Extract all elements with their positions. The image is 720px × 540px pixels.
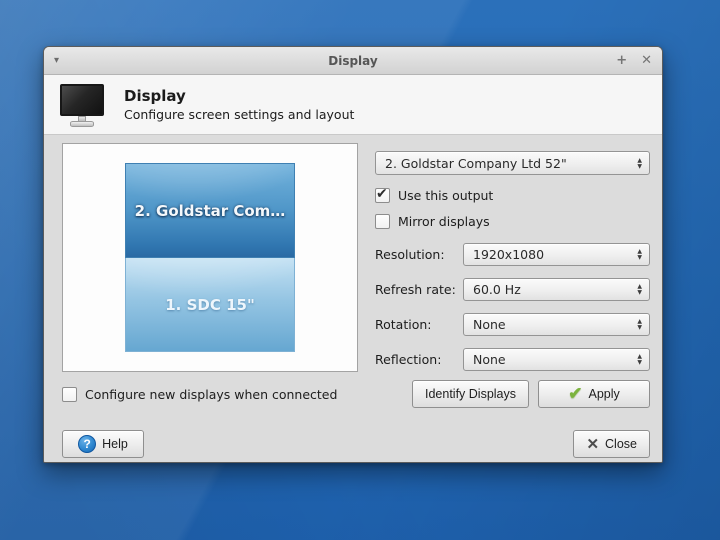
dialog-header: Display Configure screen settings and la… [44,75,662,135]
checkmark-icon: ✔ [376,186,388,202]
output-select-value: 2. Goldstar Company Ltd 52" [385,155,567,171]
actions-row: ✔ Configure new displays when connected … [62,380,650,408]
apply-label: Apply [588,387,620,401]
spinner-down-icon: ▼ [637,359,642,366]
identify-displays-button[interactable]: Identify Displays [411,380,529,408]
configure-new-row: ✔ Configure new displays when connected [62,386,338,402]
spinner-down-icon: ▼ [637,254,642,261]
desktop-wallpaper: ▾ Display + ✕ Display Configure screen s… [0,0,720,540]
window-title: Display [328,53,378,68]
resolution-select[interactable]: 1920x1080 ▲ ▼ [463,243,650,266]
reflection-select[interactable]: None ▲ ▼ [463,348,650,371]
monitor-preview-sdc[interactable]: 1. SDC 15" [125,258,295,352]
reflection-label: Reflection: [375,352,442,367]
close-button[interactable]: ✕ Close [573,430,650,458]
configure-new-label: Configure new displays when connected [85,386,338,402]
spinner-down-icon: ▼ [637,324,642,331]
mirror-displays-checkbox[interactable]: ✔ [375,214,390,229]
monitor-label: 2. Goldstar Com… [134,201,286,220]
monitor-layout-preview: 2. Goldstar Com… 1. SDC 15" [62,143,358,372]
use-output-row: ✔ Use this output [375,186,650,203]
spinner-down-icon: ▼ [637,162,642,170]
mirror-displays-row: ✔ Mirror displays [375,214,650,229]
resolution-label: Resolution: [375,247,445,262]
footer-row: ? Help ✕ Close [62,430,650,458]
maximize-icon[interactable]: + [616,54,627,67]
combo-spinner: ▲ ▼ [631,354,642,366]
use-output-checkbox[interactable]: ✔ [375,186,390,203]
apply-button[interactable]: ✔ Apply [538,380,650,408]
combo-spinner: ▲ ▼ [631,156,642,170]
display-icon [58,82,106,128]
resolution-value: 1920x1080 [473,247,545,262]
page-subtitle: Configure screen settings and layout [124,107,355,122]
help-label: Help [102,437,128,451]
refresh-rate-value: 60.0 Hz [473,282,521,297]
combo-spinner: ▲ ▼ [631,319,642,331]
help-icon: ? [78,435,97,453]
page-title: Display [124,87,186,105]
rotation-value: None [473,317,506,332]
settings-grid: Resolution: 1920x1080 ▲ ▼ Refresh rate: … [375,243,650,371]
output-select[interactable]: 2. Goldstar Company Ltd 52" ▲ ▼ [375,151,650,175]
spinner-up-icon: ▲ [637,156,642,164]
spinner-down-icon: ▼ [637,289,642,296]
identify-displays-label: Identify Displays [424,387,516,401]
monitor-gloss [126,164,294,202]
rotation-select[interactable]: None ▲ ▼ [463,313,650,336]
close-label: Close [605,437,637,451]
mirror-displays-label: Mirror displays [398,214,490,229]
use-output-label: Use this output [398,188,494,203]
titlebar[interactable]: ▾ Display + ✕ [44,47,662,75]
combo-spinner: ▲ ▼ [631,284,642,296]
display-settings-window: ▾ Display + ✕ Display Configure screen s… [43,46,663,463]
rotation-label: Rotation: [375,317,432,332]
monitor-label: 1. SDC 15" [165,295,255,314]
settings-panel: 2. Goldstar Company Ltd 52" ▲ ▼ ✔ Use th… [375,143,650,372]
window-close-icon[interactable]: ✕ [641,54,652,67]
refresh-rate-select[interactable]: 60.0 Hz ▲ ▼ [463,278,650,301]
configure-new-checkbox[interactable]: ✔ [62,386,77,402]
refresh-rate-label: Refresh rate: [375,282,456,297]
monitor-gloss [126,258,294,296]
close-x-icon: ✕ [586,436,600,453]
combo-spinner: ▲ ▼ [631,249,642,261]
help-button[interactable]: ? Help [62,430,144,458]
reflection-value: None [473,352,506,367]
dialog-content: 2. Goldstar Com… 1. SDC 15" 2. Goldstar … [44,135,662,462]
monitor-preview-goldstar[interactable]: 2. Goldstar Com… [125,163,295,258]
apply-check-icon: ✔ [568,384,583,403]
